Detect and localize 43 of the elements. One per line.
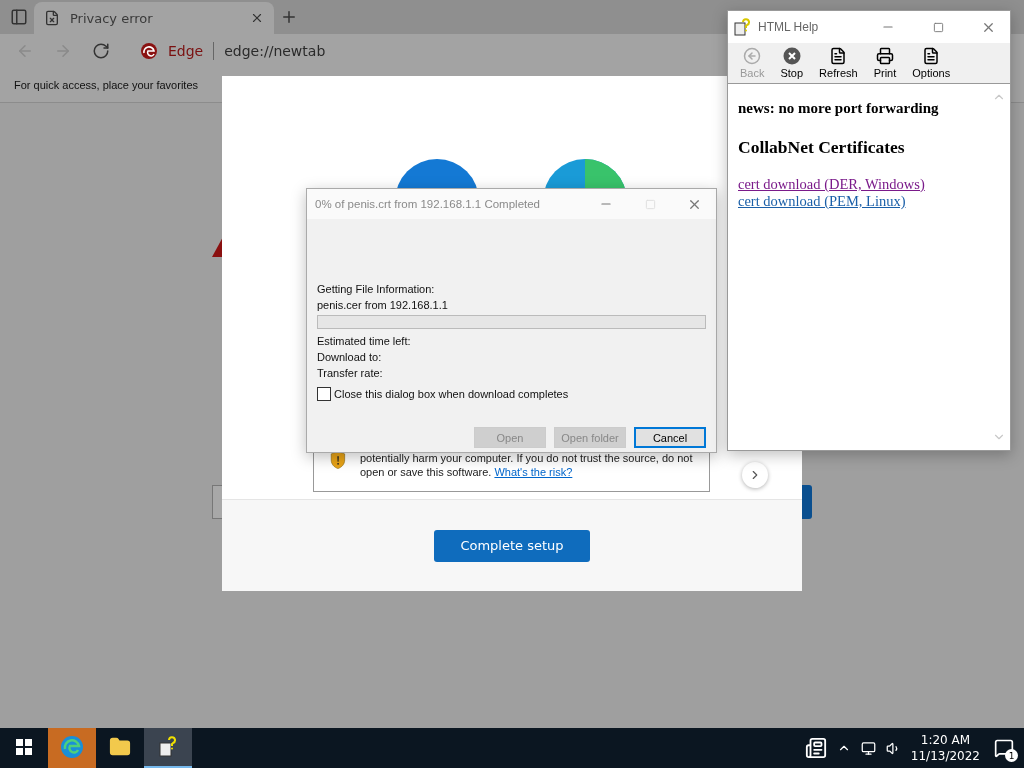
- edge-label: Edge: [168, 43, 204, 59]
- browser-logo-icon: [140, 42, 158, 60]
- toolbar-button[interactable]: Stop: [774, 47, 810, 79]
- windows-logo-icon: [16, 739, 32, 755]
- help-file-icon: [157, 736, 179, 758]
- complete-setup-button[interactable]: Complete setup: [434, 529, 590, 562]
- toolbar-button[interactable]: Print: [867, 47, 903, 79]
- field-label: Transfer rate:: [317, 366, 384, 381]
- toolbar-button[interactable]: Refresh: [813, 47, 864, 79]
- risk-link[interactable]: What's the risk?: [494, 466, 573, 478]
- taskbar-app[interactable]: [144, 728, 192, 768]
- news-text: news: no more port forwarding: [738, 100, 940, 117]
- page-error-icon: [44, 10, 60, 26]
- dialog-title: 0% of penis.crt from 192.168.1.1 Completed: [315, 198, 541, 210]
- maximize-icon[interactable]: [932, 21, 944, 33]
- browser-tab[interactable]: Privacy error: [34, 2, 274, 34]
- status-label: Getting File Information:: [317, 282, 436, 297]
- close-icon[interactable]: [250, 11, 264, 25]
- tab-actions-icon[interactable]: [10, 8, 28, 26]
- field-label: Download to:: [317, 350, 383, 365]
- favorites-hint: For quick access, place your favorites: [14, 79, 199, 91]
- url-text: edge://newtab: [224, 43, 326, 59]
- download-link[interactable]: cert download (DER, Windows): [738, 176, 925, 193]
- news-icon[interactable]: [804, 737, 827, 759]
- dialog-button[interactable]: Cancel: [634, 427, 706, 448]
- field-label: Estimated time left:: [317, 334, 412, 349]
- browser-icon: [60, 735, 84, 759]
- network-icon[interactable]: [860, 740, 876, 756]
- section-heading: CollabNet Certificates: [738, 137, 906, 158]
- printer-icon: [875, 47, 894, 65]
- toolbar-button[interactable]: Options: [906, 47, 957, 79]
- window-title: HTML Help: [758, 20, 820, 34]
- folder-icon: [109, 736, 131, 758]
- download-link[interactable]: cert download (PEM, Linux): [738, 193, 906, 210]
- warning-message: potentially harm your computer. If you do not trust the source, do not open or save this software. What's the risk?: [359, 451, 694, 479]
- new-tab-icon[interactable]: [280, 8, 298, 26]
- checkbox-label: Close this dialog box when download completes: [334, 388, 569, 400]
- file-source: penis.cer from 192.168.1.1: [317, 298, 449, 313]
- help-file-icon: [734, 18, 752, 36]
- reload-icon[interactable]: [92, 42, 110, 60]
- stop-icon: [782, 47, 801, 65]
- clock[interactable]: 1:20 AM 11/13/2022: [910, 732, 980, 764]
- checkbox[interactable]: [317, 387, 331, 401]
